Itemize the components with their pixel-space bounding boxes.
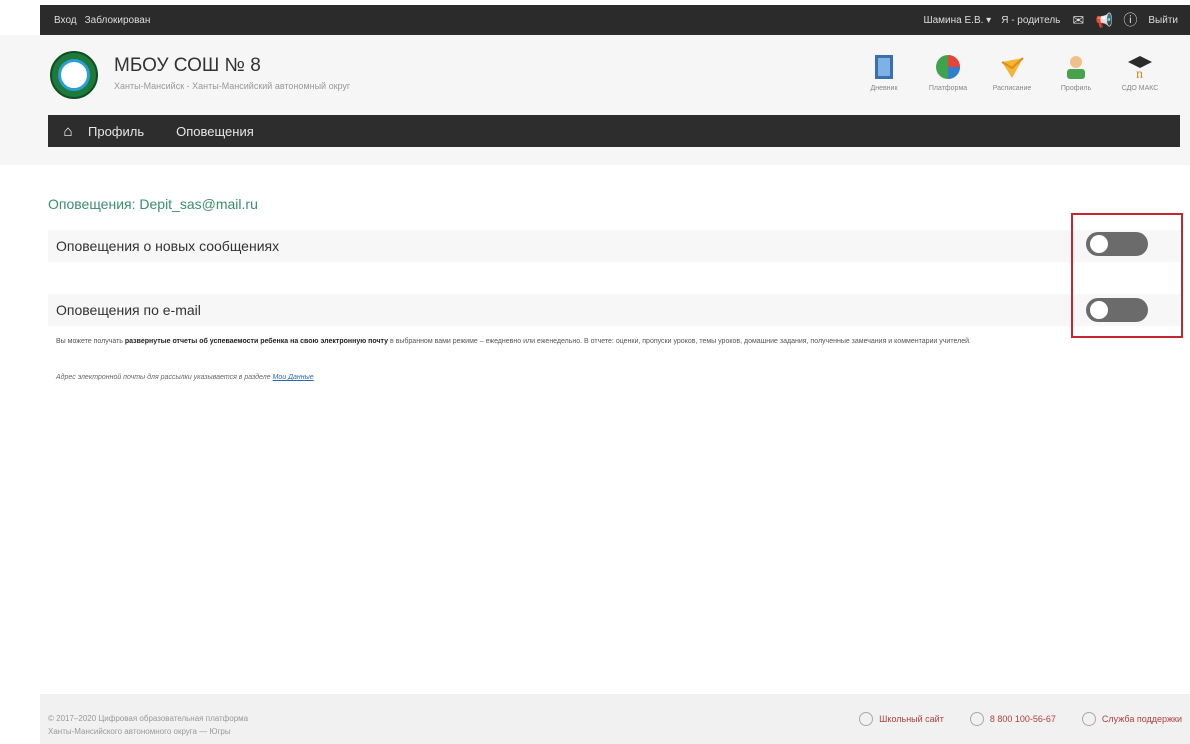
copyright-line: Ханты-Мансийского автономного округа — Ю… xyxy=(48,727,231,736)
profile-icon xyxy=(1062,53,1090,81)
app-diary[interactable]: Дневник xyxy=(856,53,912,92)
school-name[interactable]: МБОУ СОШ № 8 xyxy=(114,55,350,77)
nav-profile[interactable]: Профиль xyxy=(88,124,144,139)
school-logo[interactable] xyxy=(50,51,98,99)
phone-icon xyxy=(969,712,984,726)
app-label: Платформа xyxy=(928,85,968,92)
link-label: 8 800 100-56-67 xyxy=(989,714,1056,724)
app-sdo[interactable]: n СДО МАКС xyxy=(1112,53,1168,92)
my-data-link[interactable]: Мои Данные xyxy=(273,374,314,381)
app-schedule[interactable]: Расписание xyxy=(984,53,1040,92)
top-bar: Вход Заблокирован Шамина Е.В. ▾ Я - роди… xyxy=(40,5,1190,35)
schedule-icon xyxy=(998,53,1026,81)
diary-icon xyxy=(870,53,898,81)
support-link[interactable]: Служба поддержки xyxy=(1081,712,1182,726)
link-label: Служба поддержки xyxy=(1101,714,1182,724)
megaphone-icon[interactable]: 📢 xyxy=(1096,12,1113,28)
support-icon xyxy=(1081,712,1096,726)
app-launcher: Дневник Платформа Расписание Профиль n С… xyxy=(856,53,1168,92)
header: МБОУ СОШ № 8 Ханты-Мансийск - Ханты-Манс… xyxy=(0,35,1190,165)
app-platform[interactable]: Платформа xyxy=(920,53,976,92)
message-notifications-label: Оповещения о новых сообщениях xyxy=(56,238,280,254)
link-label: Школьный сайт xyxy=(879,714,944,724)
footer: © 2017–2020 Цифровая образовательная пла… xyxy=(40,694,1190,744)
topbar-left: Вход Заблокирован xyxy=(54,15,150,26)
topbar-right: Шамина Е.В. ▾ Я - родитель ✉ 📢 ⓘ Выйти xyxy=(923,12,1178,29)
email-notifications-label: Оповещения по e-mail xyxy=(56,302,201,318)
mail-icon[interactable]: ✉ xyxy=(1070,12,1086,28)
app-profile[interactable]: Профиль xyxy=(1048,53,1104,92)
topbar-status: Заблокирован xyxy=(84,14,151,26)
notifications-panel: Оповещения: Depit_sas@mail.ru Оповещения… xyxy=(48,196,1180,381)
app-label: Дневник xyxy=(870,85,898,92)
message-notifications-row: Оповещения о новых сообщениях xyxy=(48,230,1180,262)
email-description: Вы можете получать развернутые отчеты об… xyxy=(56,335,1076,348)
school-site-link[interactable]: Школьный сайт xyxy=(859,712,944,726)
globe-icon xyxy=(859,712,874,726)
footer-links: Школьный сайт 8 800 100-56-67 Служба под… xyxy=(859,712,1182,726)
nav-notifications[interactable]: Оповещения xyxy=(176,124,254,139)
hint-text: Адрес электронной почты для рассылки ука… xyxy=(56,374,273,381)
main-nav: ⌂ Профиль Оповещения xyxy=(48,115,1180,147)
svg-text:n: n xyxy=(1136,67,1143,80)
help-icon[interactable]: ⓘ xyxy=(1122,12,1138,28)
page-title: Оповещения: Depit_sas@mail.ru xyxy=(48,196,258,212)
email-address-hint: Адрес электронной почты для рассылки ука… xyxy=(56,374,314,381)
school-location: Ханты-Мансийск - Ханты-Мансийский автоно… xyxy=(114,81,351,91)
topbar-login-link[interactable]: Вход xyxy=(54,15,77,26)
app-label: Расписание xyxy=(992,85,1032,92)
sdo-icon: n xyxy=(1126,53,1154,81)
platform-icon xyxy=(934,53,962,81)
role-switch[interactable]: Я - родитель xyxy=(1001,15,1060,26)
app-label: Профиль xyxy=(1060,85,1092,92)
copyright: © 2017–2020 Цифровая образовательная пла… xyxy=(48,712,248,738)
toggles-highlight-box xyxy=(1071,213,1183,338)
home-icon[interactable]: ⌂ xyxy=(48,123,88,140)
user-menu[interactable]: Шамина Е.В. ▾ xyxy=(923,15,991,26)
app-label: СДО МАКС xyxy=(1121,85,1159,92)
desc-text-end: в выбранном вами режиме – ежедневно или … xyxy=(388,338,971,345)
desc-bold: развернутые отчеты об успеваемости ребен… xyxy=(124,338,389,345)
desc-text: Вы можете получать xyxy=(56,338,125,345)
copyright-line: © 2017–2020 Цифровая образовательная пла… xyxy=(48,714,249,723)
email-notifications-row: Оповещения по e-mail xyxy=(48,294,1180,326)
logout-link[interactable]: Выйти xyxy=(1148,15,1178,26)
phone-link[interactable]: 8 800 100-56-67 xyxy=(969,712,1056,726)
